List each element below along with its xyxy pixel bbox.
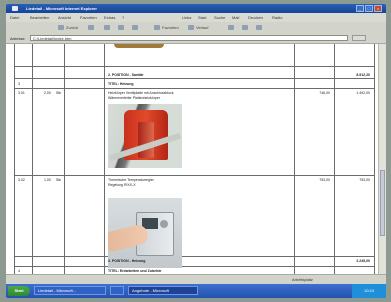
page-content: 2. POSITION - Sanitär 8.912,20 3 TITEL: …	[6, 44, 386, 274]
link-drucken[interactable]: Drucken	[248, 15, 263, 20]
link-radio[interactable]: Radio	[272, 15, 282, 20]
task-angebote[interactable]: Angebote - Microsoft	[128, 286, 198, 295]
item2-gp: 753,00	[359, 178, 370, 182]
link-links[interactable]: Links	[182, 15, 191, 20]
title-bar: Liedetail - Microsoft Internet Explorer …	[6, 4, 386, 13]
item1-pos: 3.01	[18, 91, 25, 95]
item2-text2: Regelung RIXX-X	[108, 183, 136, 187]
print-icon[interactable]	[242, 25, 248, 30]
item1-unit: Stk	[56, 91, 62, 95]
row-sum-heizung-total: 2.245,00	[356, 259, 370, 263]
edit-icon[interactable]	[256, 25, 262, 30]
menu-bar: Datei Bearbeiten Ansicht Favoriten Extra…	[6, 13, 386, 22]
forward-icon[interactable]	[88, 25, 94, 30]
task-browser[interactable]: Liedetail - Microsoft...	[34, 286, 106, 295]
address-label: Adresse	[10, 36, 25, 41]
item1-text2: Wärmeverteiler Plattenheizkörper	[108, 96, 160, 100]
vertical-scrollbar[interactable]	[378, 44, 386, 274]
item2-qty: 1,00	[44, 178, 51, 182]
product-photo-thermostat[interactable]	[108, 198, 182, 268]
task-word[interactable]	[110, 286, 124, 295]
mail-icon[interactable]	[228, 25, 234, 30]
home-icon[interactable]	[132, 25, 138, 30]
scrollbar-thumb[interactable]	[380, 170, 385, 236]
product-photo-radiator[interactable]	[108, 104, 182, 168]
row-sum-sanitaer-total: 8.912,20	[356, 73, 370, 77]
item1-ep: 746,00	[319, 91, 330, 95]
item2-unit: Stk	[56, 178, 62, 182]
item1-qty: 2,00	[44, 91, 51, 95]
menu-ansicht[interactable]: Ansicht	[58, 15, 71, 20]
status-zone: Arbeitsplatz	[292, 277, 313, 282]
item2-text: Thermische Temperaturregler	[108, 178, 154, 182]
close-button[interactable]: ×	[374, 5, 382, 12]
back-label[interactable]: Zurück	[66, 25, 78, 30]
item1-text: Heizkörper Ventilplatte mit Anschlussblo…	[108, 91, 174, 95]
item2-pos: 3.02	[18, 178, 25, 182]
history-label[interactable]: Verlauf	[196, 25, 208, 30]
browser-window: Liedetail - Microsoft Internet Explorer …	[6, 4, 386, 298]
menu-help[interactable]: ?	[122, 15, 124, 20]
history-icon[interactable]	[188, 25, 194, 30]
search-icon[interactable]	[154, 25, 160, 30]
back-icon[interactable]	[58, 25, 64, 30]
link-mail[interactable]: Mail	[232, 15, 239, 20]
ie-icon	[12, 6, 18, 11]
minimize-button[interactable]: _	[356, 5, 364, 12]
taskbar: Start Liedetail - Microsoft... Angebote …	[6, 284, 386, 298]
item1-gp: 1.492,00	[356, 91, 370, 95]
header-graphic	[114, 44, 164, 48]
address-input[interactable]: C:\Liedetail\index.htm	[30, 35, 348, 41]
system-tray-clock: 10:24	[352, 284, 386, 298]
row-title2-pos: 4	[18, 269, 20, 273]
menu-datei[interactable]: Datei	[10, 15, 19, 20]
window-title: Liedetail - Microsoft Internet Explorer	[26, 6, 97, 11]
row-title-pos: 3	[18, 82, 20, 86]
row-title-erdarbeiten: TITEL: Erdarbeiten und Zubehör	[108, 269, 162, 273]
item2-ep: 753,00	[319, 178, 330, 182]
favorites-label[interactable]: Favoriten	[162, 25, 179, 30]
link-suche[interactable]: Suche	[214, 15, 225, 20]
start-button[interactable]: Start	[8, 286, 30, 296]
menu-extras[interactable]: Extras	[104, 15, 115, 20]
address-bar: Adresse C:\Liedetail\index.htm	[6, 33, 386, 44]
refresh-icon[interactable]	[118, 25, 124, 30]
link-start[interactable]: Start	[198, 15, 206, 20]
status-bar: Arbeitsplatz	[6, 274, 386, 284]
row-title-heizung: TITEL: Heizung	[108, 82, 134, 86]
menu-bearbeiten[interactable]: Bearbeiten	[30, 15, 49, 20]
maximize-button[interactable]: □	[365, 5, 373, 12]
menu-favoriten[interactable]: Favoriten	[80, 15, 97, 20]
row-sum-heizung: 3. POSITION - Heizung	[108, 259, 146, 263]
go-button[interactable]	[352, 35, 366, 41]
stop-icon[interactable]	[104, 25, 110, 30]
row-sum-sanitaer: 2. POSITION - Sanitär	[108, 73, 144, 77]
